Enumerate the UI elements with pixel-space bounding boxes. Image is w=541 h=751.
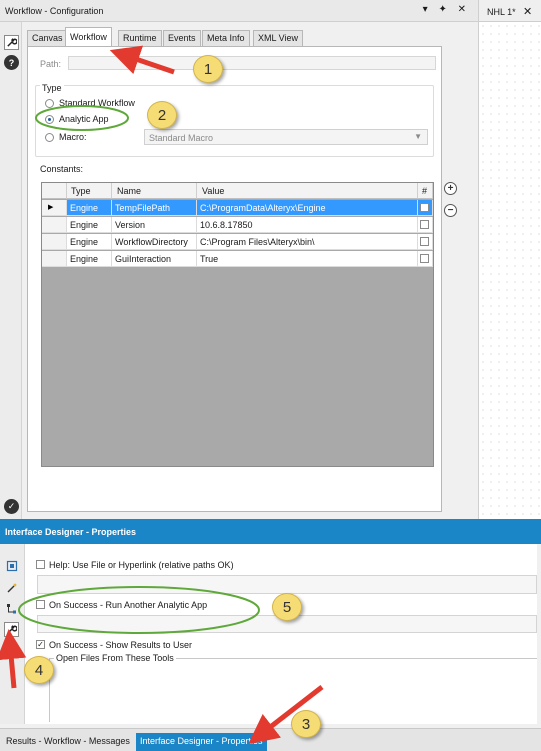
tree-icon[interactable] [4, 601, 19, 616]
help-checkbox[interactable] [36, 560, 45, 569]
check-icon[interactable]: ✓ [4, 499, 19, 514]
interface-designer-title: Interface Designer - Properties [5, 527, 137, 537]
row-pointer-icon: ▶ [42, 200, 67, 216]
help-icon[interactable]: ? [4, 55, 19, 70]
config-titlebar: Workflow - Configuration ▾ ✦ ✕ [0, 0, 478, 22]
tab-xml-view[interactable]: XML View [253, 30, 304, 46]
type-group: Type Standard Workflow Analytic App Macr… [35, 83, 434, 157]
cell-value[interactable]: C:\Program Files\Alteryx\bin\ [197, 234, 418, 250]
tab-runtime[interactable]: Runtime [118, 30, 162, 46]
show-results-checkbox[interactable]: ✓ [36, 640, 45, 649]
annotation-badge-2: 2 [147, 101, 177, 129]
table-row[interactable]: ▶ Engine TempFilePath C:\ProgramData\Alt… [42, 200, 433, 216]
run-another-app-label: On Success - Run Another Analytic App [49, 600, 208, 610]
table-row[interactable]: Engine GuiInteraction True [42, 251, 433, 267]
row-header [42, 251, 67, 267]
window-controls[interactable]: ▾ ✦ ✕ [423, 4, 470, 15]
row-checkbox[interactable] [420, 237, 429, 246]
table-row[interactable]: Engine WorkflowDirectory C:\Program File… [42, 234, 433, 250]
path-label: Path: [40, 59, 62, 69]
radio-standard-workflow[interactable] [45, 99, 54, 108]
cell-type[interactable]: Engine [67, 200, 112, 216]
canvas-tab-label: NHL 1* [487, 7, 516, 17]
row-header [42, 234, 67, 250]
radio-analytic-app[interactable] [45, 115, 54, 124]
annotation-badge-5: 5 [272, 593, 302, 621]
cell-name[interactable]: WorkflowDirectory [112, 234, 197, 250]
grid-header: Type Name Value # [42, 183, 433, 199]
standard-workflow-label: Standard Workflow [59, 98, 135, 108]
config-side-rail: ? ✓ [0, 22, 22, 519]
cell-name[interactable]: Version [112, 217, 197, 233]
help-label: Help: Use File or Hyperlink (relative pa… [49, 560, 234, 570]
cell-hash [418, 200, 433, 216]
row-header [42, 217, 67, 233]
cell-value[interactable]: 10.6.8.17850 [197, 217, 418, 233]
table-row[interactable]: Engine Version 10.6.8.17850 [42, 217, 433, 233]
annotation-badge-4: 4 [24, 656, 54, 684]
tab-interface-designer-properties[interactable]: Interface Designer - Properties [136, 733, 267, 751]
tab-workflow[interactable]: Workflow [65, 27, 112, 46]
row-checkbox[interactable] [420, 254, 429, 263]
analytic-app-label: Analytic App [59, 114, 109, 124]
cell-name[interactable]: GuiInteraction [112, 251, 197, 267]
col-type[interactable]: Type [67, 183, 112, 199]
open-files-label: Open Files From These Tools [54, 653, 176, 663]
show-results-label: On Success - Show Results to User [49, 640, 193, 650]
tab-results-messages[interactable]: Results - Workflow - Messages [2, 733, 134, 751]
tab-events[interactable]: Events [163, 30, 201, 46]
close-icon[interactable]: ✕ [523, 5, 532, 18]
interface-designer-titlebar: Interface Designer - Properties [0, 519, 541, 544]
layout-icon[interactable] [4, 558, 19, 573]
workflow-canvas[interactable] [478, 22, 541, 519]
help-link-field[interactable] [37, 575, 537, 594]
interface-designer-properties: Help: Use File or Hyperlink (relative pa… [25, 544, 537, 724]
row-checkbox[interactable] [420, 220, 429, 229]
cell-value[interactable]: True [197, 251, 418, 267]
macro-select[interactable]: Standard Macro ▼ [144, 129, 428, 145]
magic-wand-icon[interactable] [4, 580, 19, 595]
col-value[interactable]: Value [197, 183, 418, 199]
radio-macro[interactable] [45, 133, 54, 142]
remove-constant-icon[interactable]: − [444, 204, 457, 217]
path-field[interactable] [68, 56, 436, 70]
properties-wrench-icon[interactable] [4, 622, 19, 637]
cell-name[interactable]: TempFilePath [112, 200, 197, 216]
chevron-down-icon: ▼ [414, 132, 422, 141]
macro-select-value: Standard Macro [149, 133, 214, 143]
config-title: Workflow - Configuration [5, 6, 104, 16]
row-checkbox[interactable] [420, 203, 429, 212]
row-header-corner [42, 183, 67, 199]
bottom-tab-strip: Results - Workflow - Messages Interface … [0, 728, 541, 751]
open-files-group: Open Files From These Tools [49, 653, 537, 722]
cell-type[interactable]: Engine [67, 251, 112, 267]
cell-hash [418, 234, 433, 250]
cell-type[interactable]: Engine [67, 234, 112, 250]
canvas-tab[interactable]: NHL 1* ✕ [478, 0, 541, 22]
annotation-badge-3: 3 [291, 710, 321, 738]
cell-hash [418, 251, 433, 267]
wrench-icon[interactable] [4, 35, 19, 50]
cell-value[interactable]: C:\ProgramData\Alteryx\Engine [197, 200, 418, 216]
constants-label: Constants: [40, 164, 84, 174]
type-label: Type [40, 83, 64, 93]
workflow-panel: Path: Type Standard Workflow Analytic Ap… [27, 46, 442, 512]
tab-canvas[interactable]: Canvas [27, 30, 68, 46]
run-another-app-checkbox[interactable] [36, 600, 45, 609]
constants-grid: Type Name Value # ▶ Engine TempFilePath … [41, 182, 434, 467]
macro-label: Macro: [59, 132, 87, 142]
annotation-badge-1: 1 [193, 55, 223, 83]
cell-hash [418, 217, 433, 233]
tab-meta-info[interactable]: Meta Info [202, 30, 250, 46]
cell-type[interactable]: Engine [67, 217, 112, 233]
col-name[interactable]: Name [112, 183, 197, 199]
add-constant-icon[interactable]: + [444, 182, 457, 195]
col-hash[interactable]: # [418, 183, 433, 199]
interface-designer-rail [0, 544, 25, 724]
